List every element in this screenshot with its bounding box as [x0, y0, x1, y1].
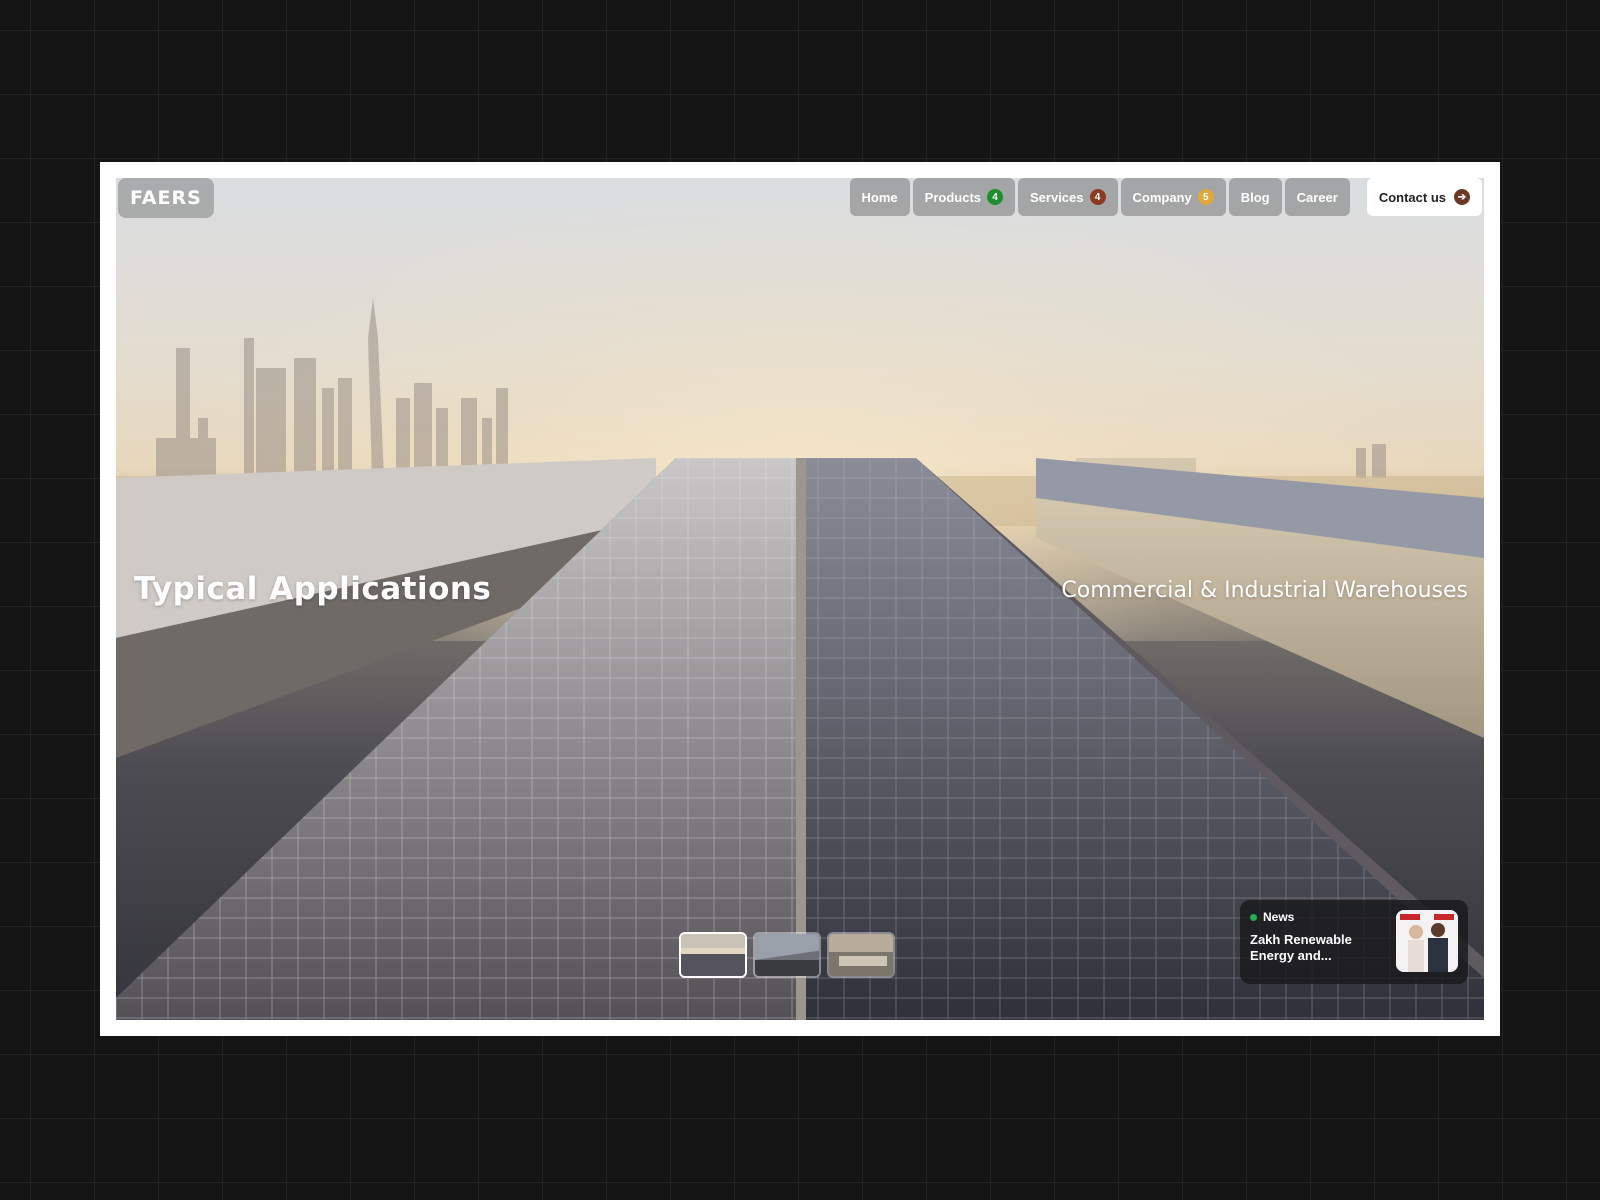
main-nav: Home Products 4 Services 4 Company 5 Blo…: [849, 178, 1482, 216]
nav-services[interactable]: Services 4: [1018, 178, 1118, 216]
nav-label: Blog: [1240, 189, 1270, 205]
nav-label: Home: [861, 189, 898, 205]
news-thumbnail: [1396, 910, 1458, 972]
hero-section: FAERS Home Products 4 Services 4 Company…: [116, 178, 1484, 1020]
count-badge: 4: [1089, 189, 1106, 205]
nav-label: Career: [1296, 189, 1338, 205]
nav-products[interactable]: Products 4: [912, 178, 1015, 216]
nav-label: Company: [1132, 189, 1192, 205]
slide-thumbnails: [679, 932, 895, 978]
news-card[interactable]: News Zakh Renewable Energy and...: [1240, 900, 1468, 984]
news-title: Zakh Renewable Energy and...: [1250, 932, 1352, 963]
logo-text: FAERS: [130, 187, 202, 209]
slide-thumbnail[interactable]: [753, 932, 821, 978]
hero-subhead: Commercial & Industrial Warehouses: [1061, 578, 1468, 603]
arrow-right-icon: ➔: [1454, 189, 1470, 205]
nav-blog[interactable]: Blog: [1228, 178, 1282, 216]
contact-us-button[interactable]: Contact us ➔: [1366, 178, 1482, 216]
count-badge: 5: [1197, 189, 1214, 205]
nav-home[interactable]: Home: [849, 178, 910, 216]
brand-logo[interactable]: FAERS: [118, 178, 214, 218]
news-tag-label: News: [1263, 910, 1295, 924]
browser-frame: FAERS Home Products 4 Services 4 Company…: [100, 162, 1500, 1036]
nav-company[interactable]: Company 5: [1120, 178, 1226, 216]
slide-thumbnail[interactable]: [679, 932, 747, 978]
hero-headline: Typical Applications: [134, 571, 492, 607]
count-badge: 4: [987, 189, 1003, 205]
slide-thumbnail[interactable]: [827, 932, 895, 978]
live-dot-icon: [1250, 913, 1257, 921]
contact-label: Contact us: [1378, 189, 1446, 205]
nav-label: Products: [924, 189, 981, 205]
nav-career[interactable]: Career: [1284, 178, 1350, 216]
nav-label: Services: [1030, 189, 1084, 205]
news-tag: News: [1250, 910, 1370, 924]
